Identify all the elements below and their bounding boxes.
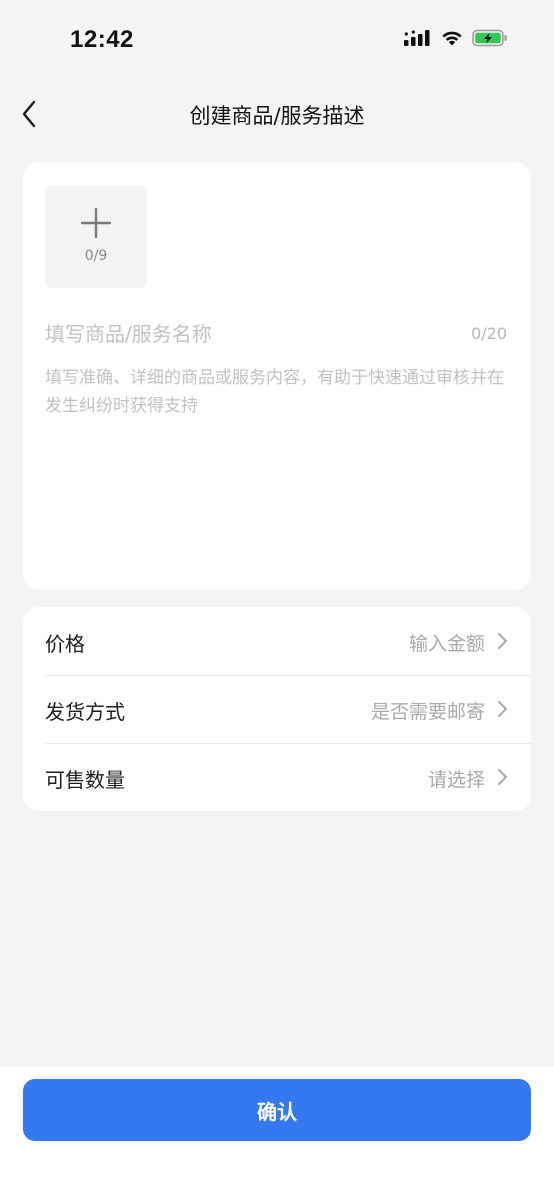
chevron-right-icon bbox=[498, 633, 507, 649]
wifi-icon bbox=[442, 31, 462, 46]
product-name-input[interactable] bbox=[45, 318, 445, 350]
confirm-button[interactable]: 确认 bbox=[23, 1079, 531, 1141]
status-bar: 12:42 bbox=[0, 0, 554, 84]
screen: 12:42 创建商品/服务描述 0/9 填写商品/服务名称 0/20 填写准确、… bbox=[0, 0, 554, 1200]
description-card: 0/9 0/20 bbox=[23, 162, 531, 590]
status-time: 12:42 bbox=[70, 26, 134, 53]
plus-icon bbox=[81, 208, 111, 238]
option-label: 可售数量 bbox=[45, 768, 125, 792]
option-label: 价格 bbox=[45, 632, 85, 656]
product-description-input[interactable] bbox=[45, 364, 509, 564]
name-char-counter: 0/20 bbox=[471, 324, 507, 343]
chevron-right-icon bbox=[498, 701, 507, 717]
option-value: 输入金额 bbox=[408, 633, 485, 655]
option-row-quantity[interactable]: 可售数量 请选择 bbox=[23, 743, 531, 811]
upload-count: 0/9 bbox=[84, 248, 108, 264]
cellular-signal-icon bbox=[404, 30, 430, 46]
option-row-shipping[interactable]: 发货方式 是否需要邮寄 bbox=[23, 675, 531, 743]
page-title: 创建商品/服务描述 bbox=[189, 104, 365, 128]
chevron-right-icon bbox=[498, 769, 507, 785]
status-icons bbox=[404, 29, 508, 47]
option-value: 请选择 bbox=[427, 769, 485, 791]
options-card: 价格 输入金额 发货方式 是否需要邮寄 可售数量 请选择 bbox=[23, 607, 531, 811]
image-upload-button[interactable]: 0/9 bbox=[45, 186, 147, 288]
option-label: 发货方式 bbox=[45, 700, 125, 724]
bottom-bar: 确认 bbox=[0, 1067, 554, 1200]
option-value: 是否需要邮寄 bbox=[370, 701, 485, 723]
nav-bar: 创建商品/服务描述 bbox=[0, 84, 554, 144]
option-row-price[interactable]: 价格 输入金额 bbox=[23, 607, 531, 675]
battery-charging-icon bbox=[472, 29, 507, 47]
